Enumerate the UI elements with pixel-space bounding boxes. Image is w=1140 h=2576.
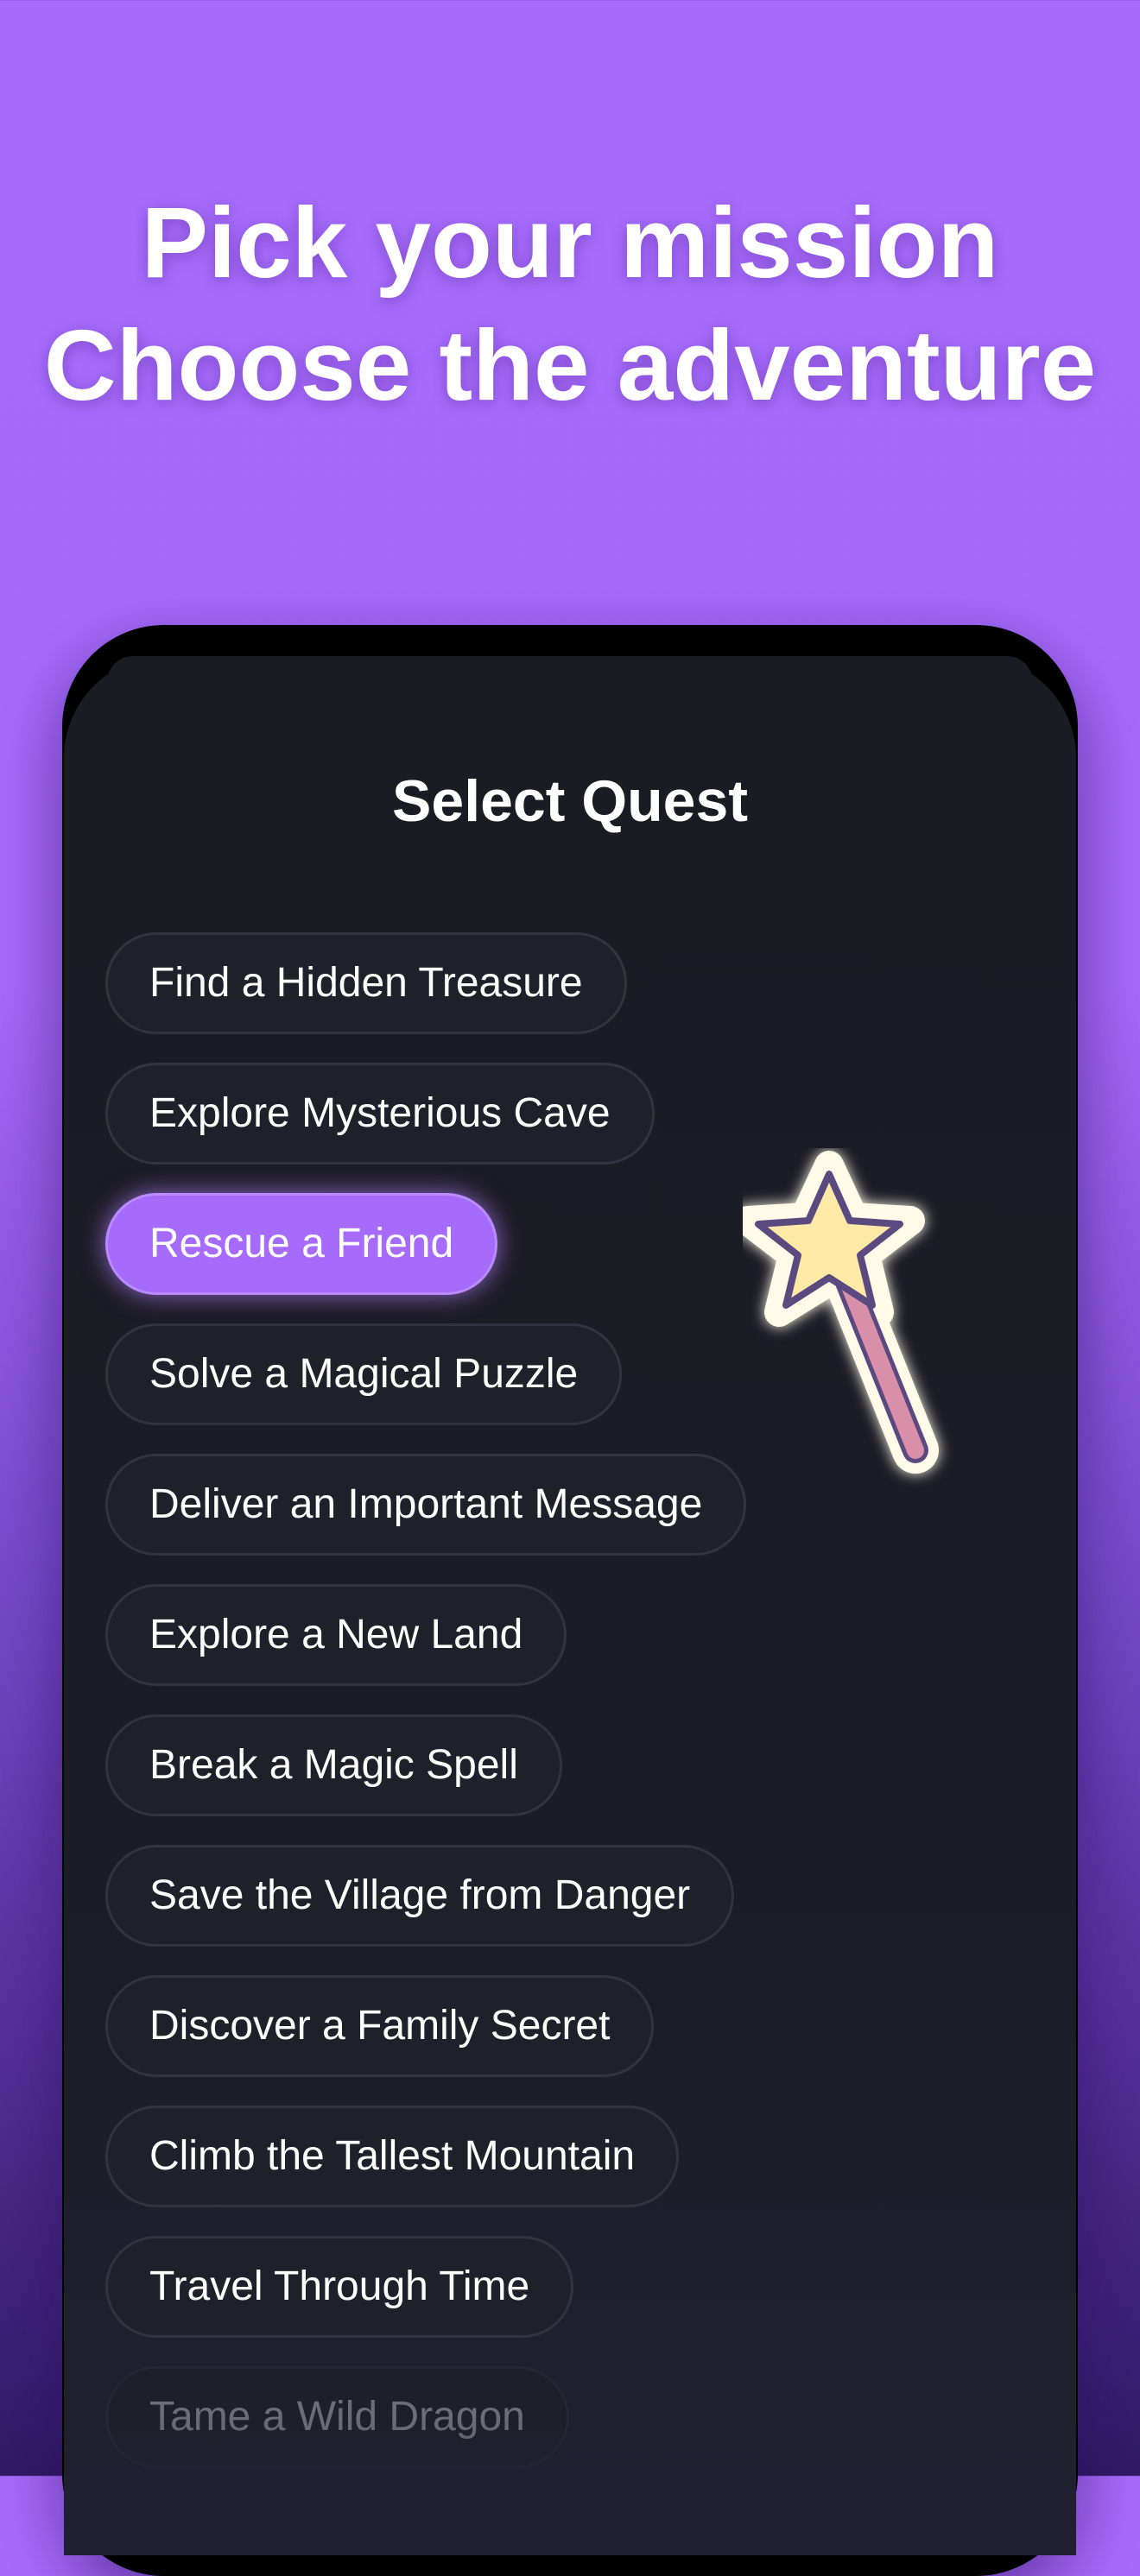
quest-chip-deliver-important-message[interactable]: Deliver an Important Message xyxy=(105,1454,747,1556)
quest-chip-climb-tallest-mountain[interactable]: Climb the Tallest Mountain xyxy=(105,2106,680,2207)
quest-chip-discover-family-secret[interactable]: Discover a Family Secret xyxy=(105,1975,655,2077)
quest-chip-solve-magical-puzzle[interactable]: Solve a Magical Puzzle xyxy=(105,1323,623,1425)
quest-chip-find-hidden-treasure[interactable]: Find a Hidden Treasure xyxy=(105,932,627,1034)
phone-screen: Select Quest Find a Hidden Treasure Expl… xyxy=(64,656,1076,2555)
headline-line-1: Pick your mission xyxy=(141,186,999,299)
screen-top-edge xyxy=(107,656,1033,682)
quest-chip-travel-through-time[interactable]: Travel Through Time xyxy=(105,2236,574,2338)
headline: Pick your mission Choose the adventure xyxy=(0,181,1140,426)
quest-chip-save-village[interactable]: Save the Village from Danger xyxy=(105,1845,735,1947)
magic-wand-icon xyxy=(743,1151,939,1474)
screen-title: Select Quest xyxy=(392,768,748,834)
quest-chip-explore-new-land[interactable]: Explore a New Land xyxy=(105,1584,567,1686)
quest-chip-break-magic-spell[interactable]: Break a Magic Spell xyxy=(105,1714,562,1816)
headline-line-2: Choose the adventure xyxy=(43,309,1097,421)
quest-chip-rescue-a-friend[interactable]: Rescue a Friend xyxy=(105,1193,498,1295)
quest-chip-explore-mysterious-cave[interactable]: Explore Mysterious Cave xyxy=(105,1063,655,1165)
bottom-fade-overlay xyxy=(64,2417,1076,2555)
